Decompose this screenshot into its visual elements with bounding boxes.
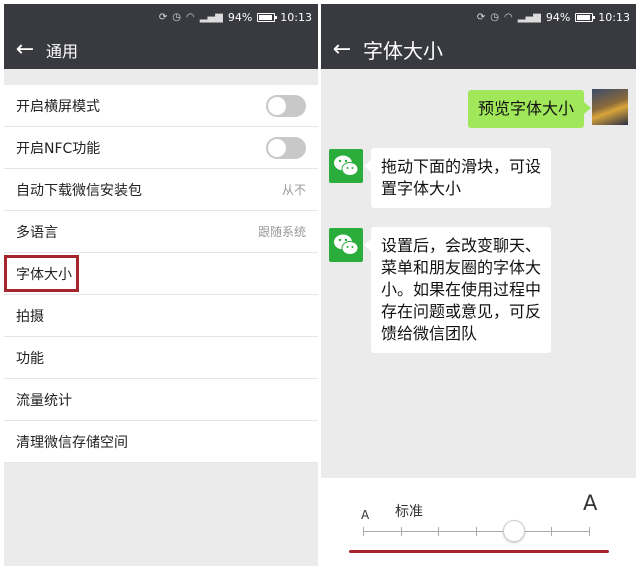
back-arrow-icon[interactable]: ← (321, 30, 363, 69)
small-font-label: A (361, 508, 370, 522)
wifi-icon: ◠ (504, 11, 513, 23)
wechat-logo-icon (334, 234, 359, 255)
settings-screen: ⟳ ◷ ◠ ▂▄▆ 94% 10:13 ← 通用 开启横屏模式 开启NFC功能 … (4, 4, 318, 566)
rotate-icon: ⟳ (158, 11, 168, 23)
section-gap (4, 69, 318, 85)
setting-auto-download[interactable]: 自动下载微信安装包 从不 (4, 169, 318, 211)
setting-landscape-mode[interactable]: 开启横屏模式 (4, 85, 318, 127)
slider-tick (400, 527, 402, 536)
large-font-label: A (583, 491, 598, 515)
nav-bar: ← 字体大小 (321, 30, 636, 69)
slider-tick (438, 527, 440, 536)
rotate-icon: ⟳ (476, 11, 486, 23)
message-line: 菜单和朋友圈的字体大 (381, 258, 542, 277)
status-bar: ⟳ ◷ ◠ ▂▄▆ 94% 10:13 (321, 4, 636, 30)
user-avatar (592, 89, 628, 125)
slider-tick (363, 527, 364, 536)
message-line: 馈给微信团队 (381, 324, 478, 343)
status-bar: ⟳ ◷ ◠ ▂▄▆ 94% 10:13 (4, 4, 318, 30)
battery-percent: 94% (227, 10, 253, 24)
setting-nfc[interactable]: 开启NFC功能 (4, 127, 318, 169)
nav-bar: ← 通用 (4, 30, 318, 69)
highlight-underline (349, 550, 609, 553)
slider-track[interactable] (363, 527, 590, 536)
nfc-toggle[interactable] (266, 136, 306, 159)
battery-icon (257, 12, 278, 22)
setting-clear-storage[interactable]: 清理微信存储空间 (4, 421, 318, 463)
setting-label: 开启横屏模式 (16, 98, 100, 115)
setting-label: 拍摄 (16, 308, 44, 325)
setting-label: 开启NFC功能 (16, 140, 101, 157)
alarm-icon: ◷ (490, 11, 500, 23)
message-bubble-1: 拖动下面的滑块，可设 置字体大小 (363, 148, 552, 208)
chat-preview: 预览字体大小 拖动下面的滑块，可设 置字体大小 设置后，会改变聊天、 菜单和朋友… (321, 69, 636, 477)
setting-data-usage[interactable]: 流量统计 (4, 379, 318, 421)
wechat-logo-icon (334, 155, 359, 176)
message-line: 拖动下面的滑块，可设 (381, 157, 542, 176)
signal-icon: ▂▄▆ (517, 11, 541, 23)
back-arrow-icon[interactable]: ← (4, 30, 46, 69)
clock: 10:13 (598, 10, 630, 24)
slider-tick (476, 527, 477, 536)
setting-camera[interactable]: 拍摄 (4, 295, 318, 337)
setting-features[interactable]: 功能 (4, 337, 318, 379)
battery-percent: 94% (545, 10, 571, 24)
wifi-icon: ◠ (186, 11, 195, 23)
clock: 10:13 (280, 10, 312, 24)
setting-language[interactable]: 多语言 跟随系统 (4, 211, 318, 253)
settings-list: 开启横屏模式 开启NFC功能 自动下载微信安装包 从不 多语言 跟随系统 字体大… (4, 85, 318, 463)
landscape-toggle[interactable] (266, 94, 306, 117)
message-line: 存在问题或意见，可反 (381, 302, 542, 321)
setting-label: 流量统计 (16, 392, 72, 409)
slider-knob[interactable] (502, 520, 525, 542)
current-size-label: 标准 (395, 504, 423, 520)
setting-label: 多语言 (16, 224, 58, 241)
page-title: 字体大小 (363, 39, 443, 63)
signal-icon: ▂▄▆ (199, 11, 223, 23)
slider-tick (551, 527, 553, 536)
page-title: 通用 (46, 41, 79, 61)
setting-value: 跟随系统 (257, 225, 306, 239)
highlight-box (4, 255, 79, 292)
message-line: 设置后，会改变聊天、 (381, 236, 542, 255)
setting-font-size[interactable]: 字体大小 (4, 253, 318, 295)
message-bubble-2: 设置后，会改变聊天、 菜单和朋友圈的字体大 小。如果在使用过程中 存在问题或意见… (363, 227, 552, 353)
wechat-avatar (329, 149, 363, 183)
preview-text: 预览字体大小 (477, 99, 574, 118)
setting-label: 清理微信存储空间 (16, 434, 128, 451)
wechat-avatar (329, 228, 363, 262)
font-size-slider-panel: A 标准 A (321, 478, 636, 566)
message-line: 小。如果在使用过程中 (381, 280, 542, 299)
slider-tick (589, 527, 590, 536)
preview-bubble: 预览字体大小 (467, 90, 592, 128)
battery-icon (575, 12, 596, 22)
setting-label: 自动下载微信安装包 (16, 182, 142, 199)
setting-value: 从不 (281, 183, 306, 197)
alarm-icon: ◷ (172, 11, 182, 23)
font-size-screen: ⟳ ◷ ◠ ▂▄▆ 94% 10:13 ← 字体大小 预览字体大小 拖动下面的滑… (321, 4, 636, 566)
setting-label: 功能 (16, 350, 44, 367)
message-line: 置字体大小 (381, 179, 462, 198)
